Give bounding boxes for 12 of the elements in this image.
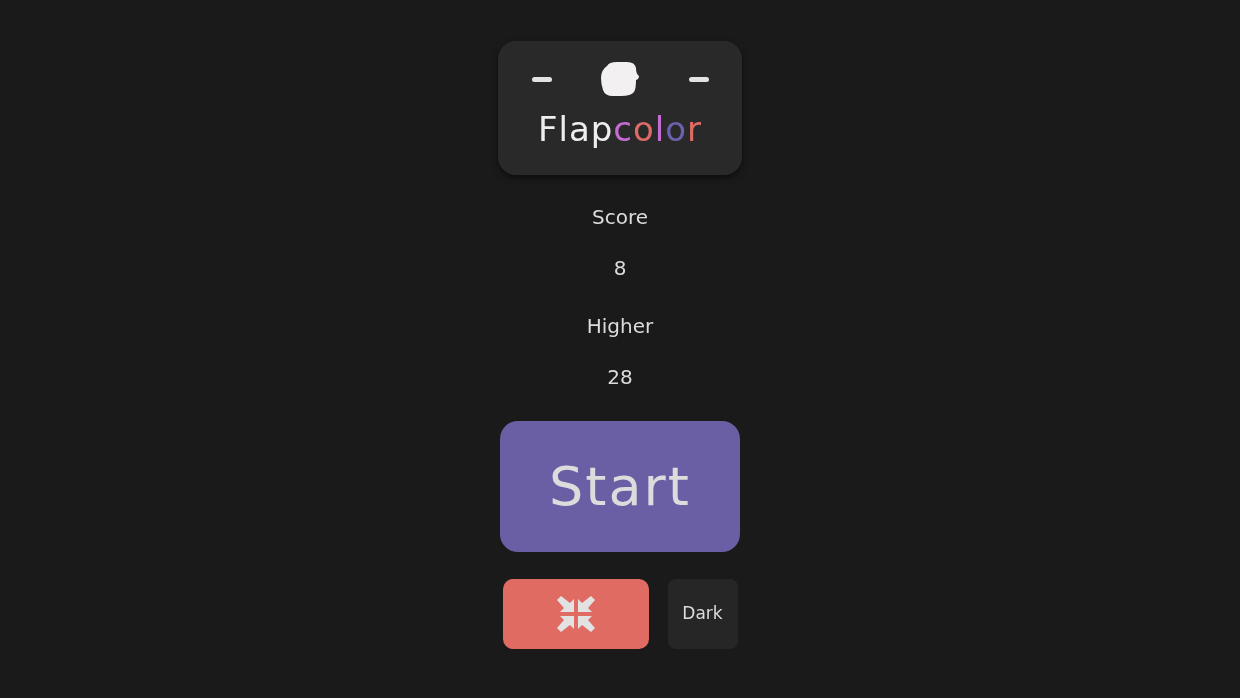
game-title: Flapcolor (537, 109, 703, 149)
bird-icon (600, 62, 640, 96)
wing-dash-icon (531, 76, 552, 82)
theme-button[interactable]: Dark (667, 579, 738, 649)
stat-value: 28 (607, 365, 633, 389)
stat-value: 8 (613, 256, 627, 280)
stat-label: Score (592, 205, 648, 229)
start-button[interactable]: Start (500, 421, 740, 552)
wing-dash-icon (688, 76, 709, 82)
arrows-inward-icon (556, 596, 595, 632)
collapse-button[interactable] (502, 579, 649, 649)
stat-label: Higher (586, 314, 654, 338)
